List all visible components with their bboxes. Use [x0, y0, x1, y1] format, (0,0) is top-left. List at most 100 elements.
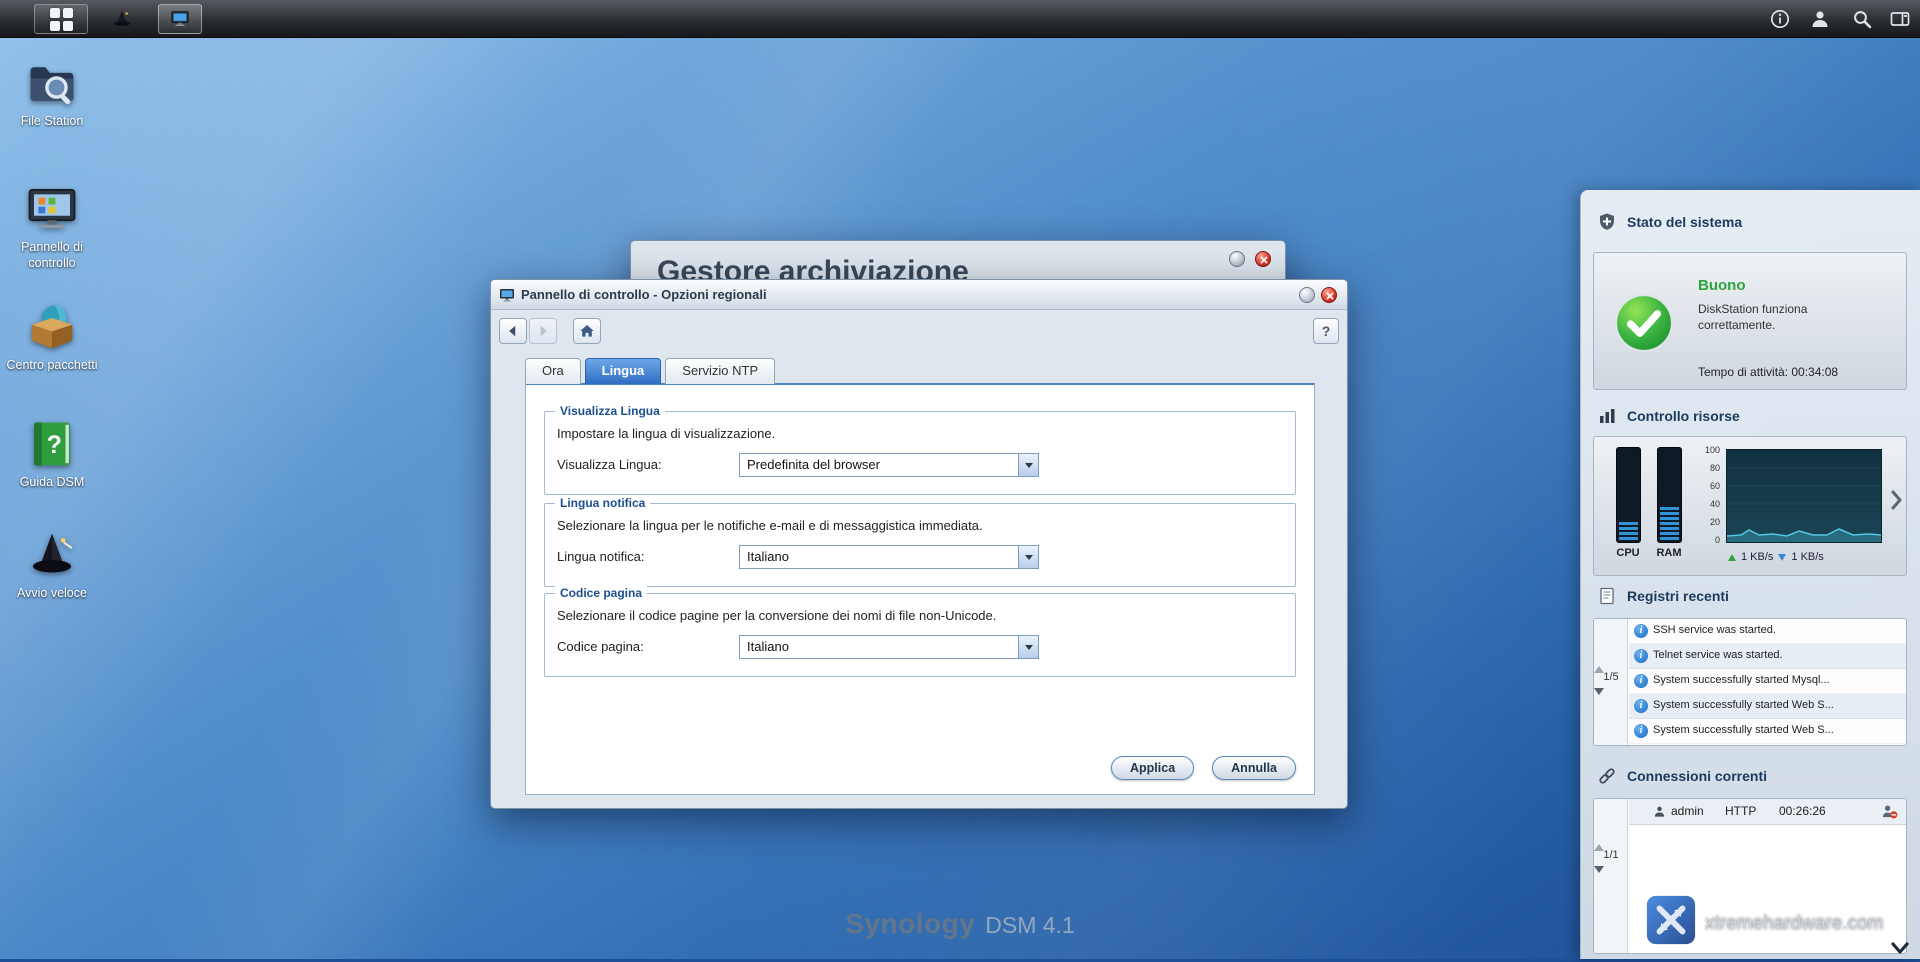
- desktop-icon-dsm-help[interactable]: ? Guida DSM: [0, 417, 104, 491]
- control-panel-icon: [25, 182, 79, 236]
- chevron-right-icon: [1889, 489, 1903, 511]
- user-menu-button[interactable]: [1808, 7, 1832, 31]
- resource-monitor-box: CPU RAM 100 80 60 40 20 0 1 KB/s 1 KB/s: [1593, 436, 1907, 576]
- info-icon: i: [1634, 624, 1648, 638]
- group-legend: Visualizza Lingua: [555, 404, 665, 418]
- page-indicator: 1/5: [1594, 671, 1628, 683]
- tab-servizio-ntp[interactable]: Servizio NTP: [665, 358, 775, 384]
- help-label: ?: [1322, 323, 1331, 339]
- info-button[interactable]: [1768, 7, 1792, 31]
- scale-tick: 100: [1690, 445, 1720, 455]
- tab-content-panel: Visualizza Lingua Impostare la lingua di…: [525, 383, 1315, 795]
- group-legend: Lingua notifica: [555, 496, 650, 510]
- back-button[interactable]: [499, 318, 527, 344]
- scale-tick: 0: [1690, 535, 1720, 545]
- log-document-icon: [1597, 586, 1617, 606]
- desktop-icon-control-panel[interactable]: Pannello di controllo: [0, 182, 104, 271]
- shield-icon: [1597, 212, 1617, 232]
- log-row[interactable]: i System successfully started Web S...: [1629, 719, 1906, 744]
- cpu-gauge: [1616, 447, 1641, 543]
- recent-logs-box: 1/5 i SSH service was started. i Telnet …: [1593, 618, 1907, 746]
- home-icon: [578, 322, 596, 340]
- desktop-icon-label: Guida DSM: [0, 475, 104, 491]
- page-down-button[interactable]: [1594, 695, 1628, 713]
- codepage-group: Codice pagina Selezionare il codice pagi…: [544, 593, 1296, 677]
- log-text: Telnet service was started.: [1653, 649, 1783, 661]
- widget-next-button[interactable]: [1889, 489, 1903, 516]
- log-row[interactable]: i System successfully started Web S...: [1629, 694, 1906, 719]
- recent-logs-header: Registri recenti: [1597, 586, 1729, 606]
- widget-title: Controllo risorse: [1627, 408, 1740, 424]
- select-value: Italiano: [747, 636, 789, 658]
- main-menu-icon: [50, 8, 73, 31]
- log-text: System successfully started Web S...: [1653, 724, 1834, 736]
- pilot-view-button[interactable]: [1888, 7, 1912, 31]
- log-row[interactable]: i SSH service was started.: [1629, 619, 1906, 644]
- connection-time: 00:26:26: [1779, 804, 1826, 818]
- system-status-header: Stato del sistema: [1597, 212, 1742, 232]
- tab-lingua[interactable]: Lingua: [585, 358, 662, 384]
- monitor-icon: [169, 8, 191, 30]
- desktop-icon-label: Avvio veloce: [0, 586, 104, 602]
- connections-pager: 1/1: [1594, 799, 1628, 953]
- page-down-button[interactable]: [1594, 873, 1628, 891]
- download-icon: [1778, 554, 1786, 561]
- network-graph: [1726, 449, 1882, 543]
- window-titlebar[interactable]: Pannello di controllo - Opzioni regional…: [491, 280, 1347, 310]
- dialog-buttons: Applica Annulla: [1111, 756, 1296, 780]
- page-indicator: 1/1: [1594, 849, 1628, 861]
- user-icon: [1808, 7, 1832, 31]
- codepage-select[interactable]: Italiano: [739, 635, 1039, 659]
- quick-launch-button[interactable]: [102, 4, 142, 34]
- close-button[interactable]: [1321, 287, 1337, 303]
- sidebar-scroll-down-button[interactable]: [1888, 939, 1912, 957]
- info-icon: i: [1634, 649, 1648, 663]
- status-ok-icon: [1614, 293, 1674, 358]
- log-row[interactable]: i Telnet service was started.: [1629, 644, 1906, 669]
- connection-protocol: HTTP: [1725, 804, 1756, 818]
- group-description: Selezionare il codice pagine per la conv…: [557, 608, 996, 623]
- page-up-button[interactable]: [1594, 827, 1628, 845]
- desktop-icon-file-station[interactable]: File Station: [0, 56, 104, 130]
- kick-connection-button[interactable]: [1881, 803, 1898, 823]
- svg-text:?: ?: [47, 432, 62, 459]
- watermark: xtremehardware.com: [1645, 894, 1883, 951]
- home-button[interactable]: [573, 318, 601, 344]
- field-label: Visualizza Lingua:: [557, 457, 662, 472]
- chevron-down-icon: [1018, 636, 1038, 658]
- close-button[interactable]: [1255, 251, 1271, 267]
- search-button[interactable]: [1850, 7, 1874, 31]
- desktop-icon-package-center[interactable]: Centro pacchetti: [0, 300, 104, 374]
- open-window-taskbar-button[interactable]: [158, 4, 202, 34]
- minimize-button[interactable]: [1299, 287, 1315, 303]
- logs-pager: 1/5: [1594, 619, 1628, 745]
- download-speed: 1 KB/s: [1791, 551, 1823, 563]
- scale-tick: 80: [1690, 463, 1720, 473]
- help-button[interactable]: ?: [1313, 318, 1339, 344]
- panel-icon: [1888, 7, 1912, 31]
- desktop-icon-quick-start[interactable]: Avvio veloce: [0, 528, 104, 602]
- notification-language-select[interactable]: Italiano: [739, 545, 1039, 569]
- chevron-down-icon: [1018, 546, 1038, 568]
- network-speed: 1 KB/s 1 KB/s: [1728, 551, 1824, 563]
- group-description: Impostare la lingua di visualizzazione.: [557, 426, 775, 441]
- notification-language-group: Lingua notifica Selezionare la lingua pe…: [544, 503, 1296, 587]
- info-icon: [1768, 7, 1792, 31]
- connection-row[interactable]: admin HTTP 00:26:26: [1629, 799, 1906, 825]
- tab-ora[interactable]: Ora: [525, 358, 581, 384]
- ram-label: RAM: [1647, 547, 1691, 559]
- scale-tick: 40: [1690, 499, 1720, 509]
- cancel-button[interactable]: Annulla: [1212, 756, 1296, 780]
- main-menu-button[interactable]: [34, 4, 88, 34]
- chevron-down-icon: [1888, 939, 1912, 957]
- minimize-button[interactable]: [1229, 251, 1245, 267]
- display-language-select[interactable]: Predefinita del browser: [739, 453, 1039, 477]
- apply-button[interactable]: Applica: [1111, 756, 1194, 780]
- log-text: SSH service was started.: [1653, 624, 1776, 636]
- forward-button[interactable]: [529, 318, 557, 344]
- field-label: Codice pagina:: [557, 639, 644, 654]
- page-up-button[interactable]: [1594, 649, 1628, 667]
- kick-user-icon: [1881, 803, 1898, 820]
- log-row[interactable]: i System successfully started Mysql...: [1629, 669, 1906, 694]
- link-icon: [1597, 766, 1617, 786]
